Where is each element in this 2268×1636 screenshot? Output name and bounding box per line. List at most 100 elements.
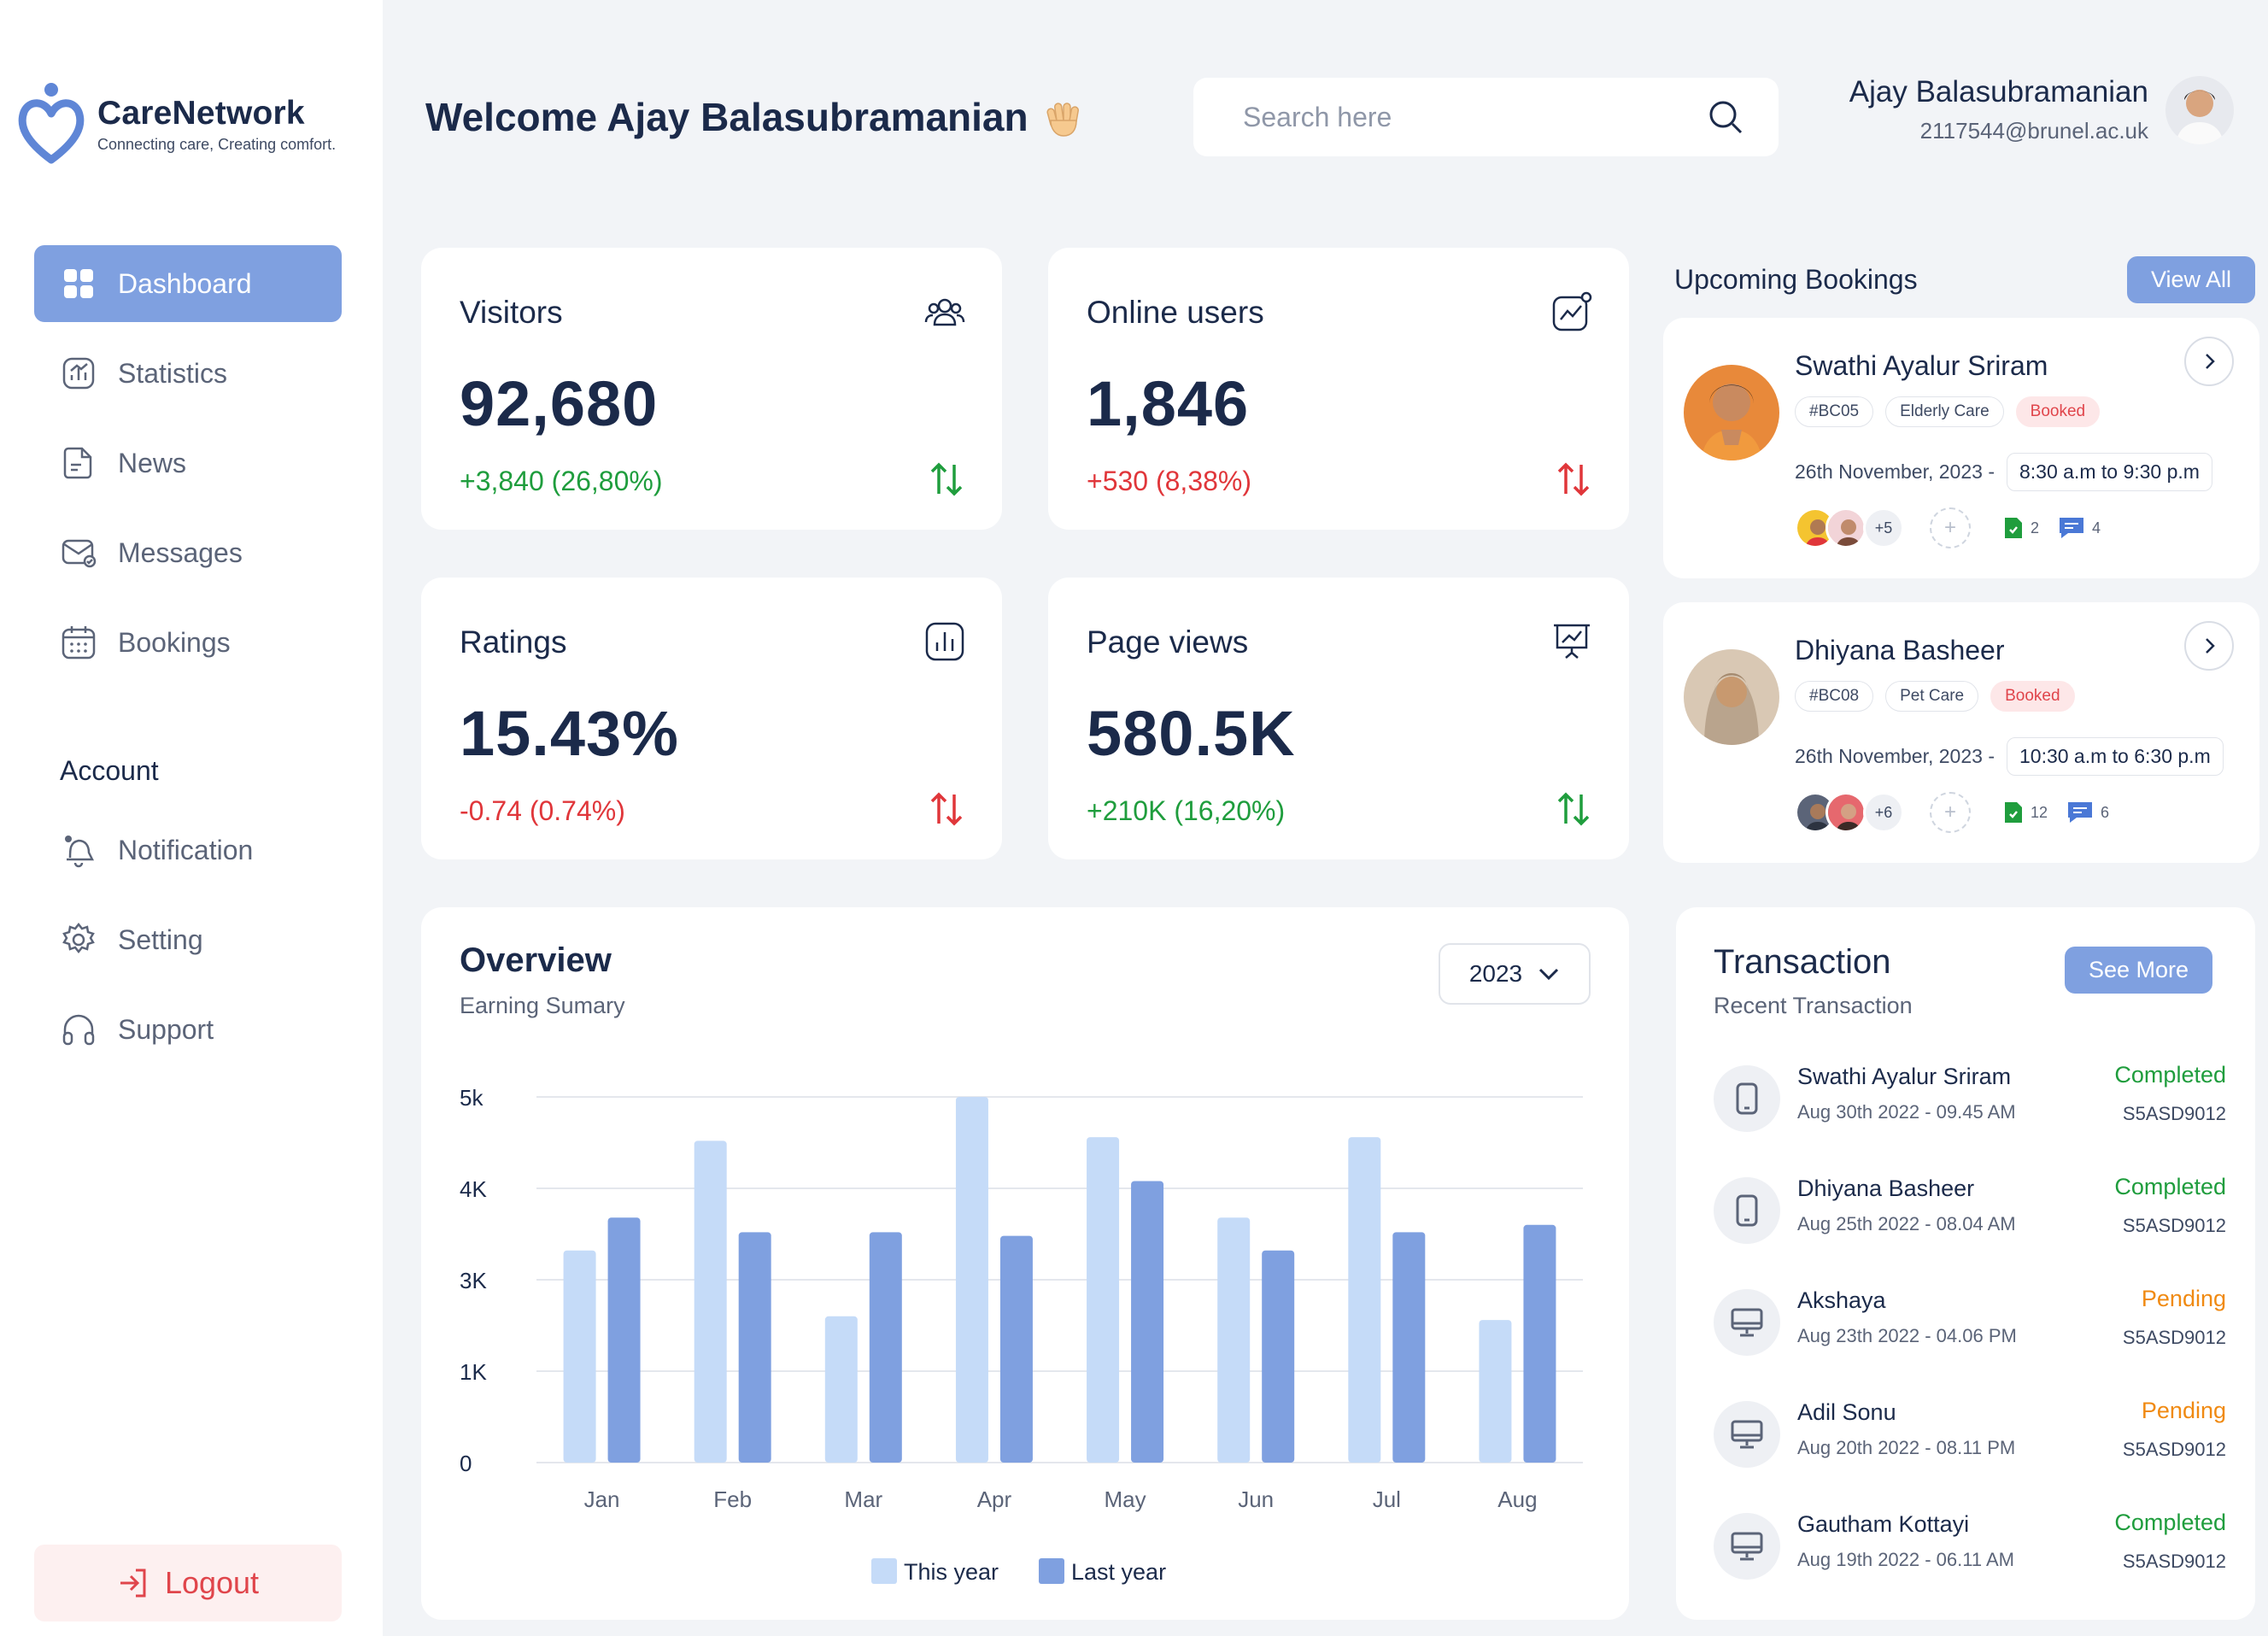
avatar: [1826, 792, 1867, 833]
stat-value: 15.43%: [460, 698, 679, 769]
search-icon[interactable]: [1707, 98, 1744, 136]
sidebar-item-statistics[interactable]: Statistics: [34, 335, 342, 412]
files-count: 2: [2031, 519, 2040, 537]
sidebar-item-notification[interactable]: Notification: [34, 812, 342, 888]
sidebar-item-dashboard[interactable]: Dashboard: [34, 245, 342, 322]
sidebar-item-label: Setting: [118, 924, 203, 955]
sort-arrows-icon: [930, 792, 963, 826]
comment-icon: [2060, 518, 2084, 538]
sort-arrows-icon: [1557, 462, 1590, 496]
transactions-title: Transaction: [1714, 943, 1891, 981]
more-members-badge[interactable]: +6: [1863, 792, 1904, 833]
account-nav: Notification Setting Support: [34, 812, 342, 1081]
sidebar-item-label: Statistics: [118, 357, 228, 389]
booking-card[interactable]: Swathi Ayalur Sriram #BC05 Elderly Care …: [1663, 318, 2259, 578]
avatar: [1684, 649, 1779, 745]
search-input[interactable]: [1243, 101, 1670, 133]
sidebar-item-messages[interactable]: Messages: [34, 514, 342, 591]
avatar: [1684, 365, 1779, 460]
brand[interactable]: CareNetwork Connecting care, Creating co…: [17, 81, 336, 167]
status-badge: Completed: [2114, 1510, 2226, 1535]
bar-last-year: [1392, 1232, 1426, 1463]
main-nav: Dashboard Statistics News Messages Booki…: [34, 245, 342, 694]
x-tick-label: Apr: [977, 1486, 1012, 1512]
transaction-name: Swathi Ayalur Sriram: [1797, 1064, 2012, 1089]
sidebar-item-bookings[interactable]: Bookings: [34, 604, 342, 681]
booking-code-badge: #BC08: [1795, 681, 1874, 712]
see-more-button[interactable]: See More: [2064, 947, 2212, 994]
transaction-date: Aug 20th 2022 - 08.11 PM: [1797, 1437, 2016, 1458]
transactions-subtitle: Recent Transaction: [1714, 993, 1913, 1018]
comment-icon: [2068, 802, 2093, 823]
stat-title: Online users: [1087, 295, 1264, 330]
view-all-button[interactable]: View All: [2126, 256, 2255, 303]
bar-this-year: [824, 1316, 858, 1463]
transaction-code: S5ASD9012: [2122, 1327, 2226, 1348]
sidebar-item-label: Bookings: [118, 626, 231, 658]
y-tick-label: 4K: [460, 1176, 487, 1202]
transaction-date: Aug 30th 2022 - 09.45 AM: [1797, 1101, 2016, 1123]
avatar[interactable]: [2165, 75, 2234, 144]
stat-delta: +3,840 (26,80%): [460, 466, 663, 496]
transaction-row[interactable]: Gautham Kottayi Aug 19th 2022 - 06.11 AM…: [1714, 1504, 2226, 1598]
bar-this-year: [563, 1250, 596, 1463]
booking-card[interactable]: Dhiyana Basheer #BC08 Pet Care Booked 26…: [1663, 602, 2259, 863]
x-tick-label: Feb: [713, 1486, 752, 1512]
add-member-icon[interactable]: +: [1930, 792, 1971, 833]
stat-card-online-users: Online users 1,846 +530 (8,38%): [1048, 248, 1629, 530]
transaction-row[interactable]: Swathi Ayalur Sriram Aug 30th 2022 - 09.…: [1714, 1057, 2226, 1151]
account-section-label: Account: [60, 755, 159, 786]
transaction-code: S5ASD9012: [2122, 1439, 2226, 1460]
sidebar-item-setting[interactable]: Setting: [34, 901, 342, 978]
transaction-row[interactable]: Akshaya Aug 23th 2022 - 04.06 PM Pending…: [1714, 1281, 2226, 1375]
logout-label: Logout: [164, 1565, 260, 1600]
booking-name: Dhiyana Basheer: [1795, 635, 2005, 666]
add-member-icon[interactable]: +: [1930, 507, 1971, 548]
chevron-right-icon[interactable]: [2184, 621, 2234, 671]
status-badge: Completed: [2114, 1174, 2226, 1199]
transaction-name: Gautham Kottayi: [1797, 1511, 1970, 1537]
legend-swatch: [1039, 1558, 1064, 1584]
stat-title: Ratings: [460, 624, 567, 660]
y-tick-label: 1K: [460, 1359, 487, 1385]
avatar: [1826, 507, 1867, 548]
bar-last-year: [1523, 1224, 1556, 1463]
transaction-name: Adil Sonu: [1797, 1399, 1896, 1425]
files-count: 12: [2031, 803, 2048, 821]
sidebar-item-news[interactable]: News: [34, 425, 342, 501]
bar-last-year: [1131, 1181, 1164, 1463]
booking-time: 10:30 a.m to 6:30 p.m: [2006, 737, 2224, 776]
chevron-right-icon[interactable]: [2184, 337, 2234, 386]
user-profile[interactable]: Ajay Balasubramanian 2117544@brunel.ac.u…: [1849, 75, 2234, 144]
legend-label: This year: [904, 1559, 999, 1585]
bar-last-year: [607, 1217, 641, 1463]
transaction-code: S5ASD9012: [2122, 1551, 2226, 1572]
logout-button[interactable]: Logout: [34, 1545, 342, 1621]
bookings-title: Upcoming Bookings: [1674, 264, 1918, 295]
document-icon: [2005, 518, 2022, 538]
logout-icon: [120, 1569, 146, 1598]
bookings-header: Upcoming Bookings View All: [1674, 256, 2255, 303]
stat-delta: +210K (16,20%): [1087, 795, 1286, 826]
bar-this-year: [1479, 1320, 1512, 1463]
booking-code-badge: #BC05: [1795, 396, 1874, 427]
monitor-icon: [1714, 1513, 1780, 1580]
status-badge: Booked: [2015, 396, 2101, 427]
headphones-icon: [60, 1011, 97, 1048]
waving-hand-icon: [1046, 103, 1079, 137]
stat-card-page-views: Page views 580.5K +210K (16,20%): [1048, 578, 1629, 859]
more-members-badge[interactable]: +5: [1863, 507, 1904, 548]
sidebar-item-label: Dashboard: [118, 267, 252, 299]
y-tick-label: 3K: [460, 1268, 487, 1293]
booking-date: 26th November, 2023 -: [1795, 460, 1995, 483]
transaction-row[interactable]: Dhiyana Basheer Aug 25th 2022 - 08.04 AM…: [1714, 1169, 2226, 1263]
y-tick-label: 0: [460, 1451, 472, 1476]
bar-this-year: [955, 1097, 988, 1463]
bar-this-year: [1348, 1137, 1381, 1463]
sort-arrows-icon: [1557, 792, 1590, 826]
booking-name: Swathi Ayalur Sriram: [1795, 350, 2048, 381]
transaction-row[interactable]: Adil Sonu Aug 20th 2022 - 08.11 PM Pendi…: [1714, 1393, 2226, 1486]
bar-last-year: [999, 1235, 1033, 1463]
stat-value: 92,680: [460, 368, 659, 439]
sidebar-item-support[interactable]: Support: [34, 991, 342, 1068]
